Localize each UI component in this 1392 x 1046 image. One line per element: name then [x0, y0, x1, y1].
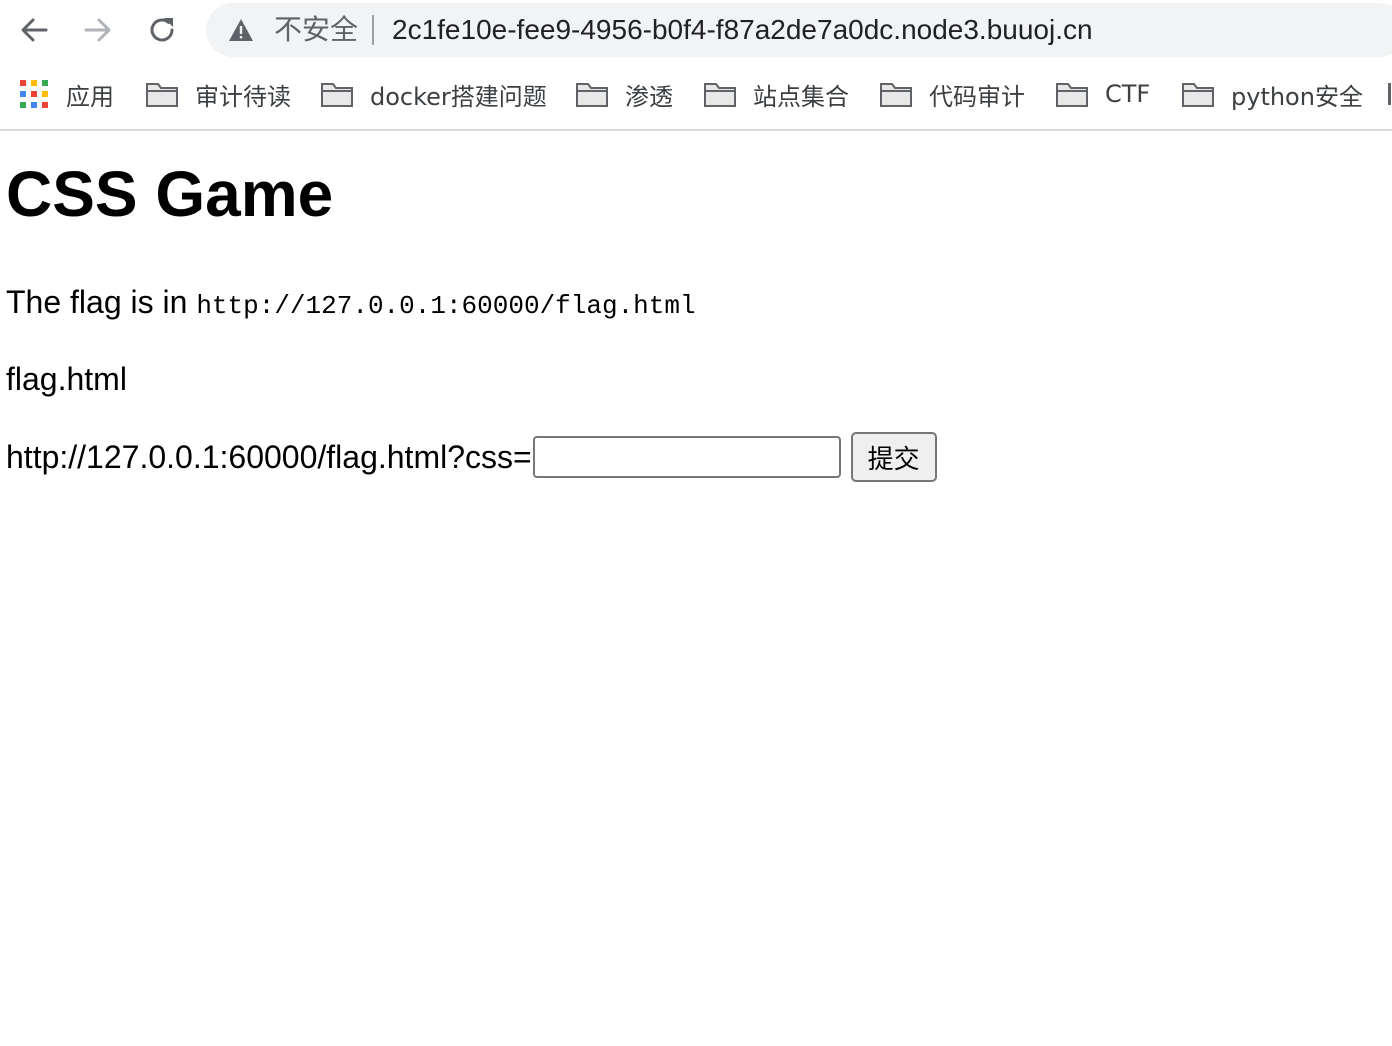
url-text[interactable]: 2c1fe10e-fee9-4956-b0f4-f87a2de7a0dc.nod… — [392, 13, 1093, 47]
apps-grid-icon — [20, 80, 48, 108]
folder-icon — [880, 83, 912, 107]
bookmark-label: CTF — [1105, 80, 1151, 108]
apps-grid-dot — [42, 80, 48, 86]
arrow-left-icon — [21, 18, 48, 42]
folder-icon — [704, 83, 736, 107]
page-title: CSS Game — [6, 158, 334, 230]
apps-grid-dot — [42, 91, 48, 97]
arrow-right-icon — [84, 18, 111, 42]
apps-grid-dot — [20, 91, 26, 97]
bookmark-folder[interactable]: 代码审计 — [879, 70, 1025, 118]
css-url-prefix: http://127.0.0.1:60000/flag.html?css= — [6, 438, 532, 475]
css-input[interactable] — [532, 436, 841, 478]
insecure-label[interactable]: 不安全 — [274, 13, 358, 47]
bookmark-apps[interactable]: 应用 — [20, 70, 114, 118]
apps-grid-dot — [31, 80, 37, 86]
bookmark-folder[interactable]: 审计待读 — [145, 70, 291, 118]
flag-location-text: The flag is in — [6, 284, 197, 320]
warning-icon[interactable] — [228, 18, 254, 42]
bookmark-label: python安全 — [1231, 82, 1363, 111]
folder-icon — [1056, 83, 1088, 107]
bookmark-folder[interactable]: 渗透 — [575, 70, 673, 118]
address-divider — [372, 15, 374, 45]
folder-icon — [1182, 83, 1214, 107]
apps-grid-dot — [20, 80, 26, 86]
bookmark-label: 审计待读 — [195, 82, 291, 111]
bookmark-overflow-edge — [1388, 83, 1391, 105]
bookmark-label: 站点集合 — [753, 82, 849, 111]
apps-grid-dot — [20, 102, 26, 108]
reload-icon — [150, 18, 174, 42]
forward-button[interactable] — [76, 8, 120, 52]
folder-icon — [576, 83, 608, 107]
bookmark-folder[interactable]: python安全 — [1181, 70, 1363, 118]
folder-icon — [321, 83, 353, 107]
folder-icon — [146, 83, 178, 107]
reload-button[interactable] — [140, 8, 184, 52]
bookmark-folder[interactable]: 站点集合 — [703, 70, 849, 118]
flag-url: http://127.0.0.1:60000/flag.html — [196, 291, 696, 321]
file-name: flag.html — [6, 361, 127, 397]
address-bar[interactable]: 不安全 2c1fe10e-fee9-4956-b0f4-f87a2de7a0dc… — [206, 3, 1392, 57]
bookmark-folder[interactable]: docker搭建问题 — [320, 70, 547, 118]
browser-chrome: 不安全 2c1fe10e-fee9-4956-b0f4-f87a2de7a0dc… — [0, 0, 1392, 131]
bookmark-label: 应用 — [66, 82, 114, 111]
css-form: http://127.0.0.1:60000/flag.html?css= 提交 — [6, 432, 937, 482]
bookmark-label: docker搭建问题 — [370, 82, 547, 111]
submit-button[interactable]: 提交 — [850, 432, 937, 482]
flag-location-line: The flag is in http://127.0.0.1:60000/fl… — [6, 282, 696, 326]
bookmark-folder[interactable]: CTF — [1055, 70, 1150, 118]
back-button[interactable] — [12, 8, 56, 52]
apps-grid-dot — [31, 91, 37, 97]
apps-grid-dot — [42, 102, 48, 108]
bookmark-label: 渗透 — [625, 82, 673, 111]
bookmarks-bar: 应用 审计待读 docker搭建问题 渗透 站点集合 代码审计 CTF pyth… — [0, 70, 1392, 118]
apps-grid-dot — [31, 102, 37, 108]
bookmark-label: 代码审计 — [929, 82, 1025, 111]
